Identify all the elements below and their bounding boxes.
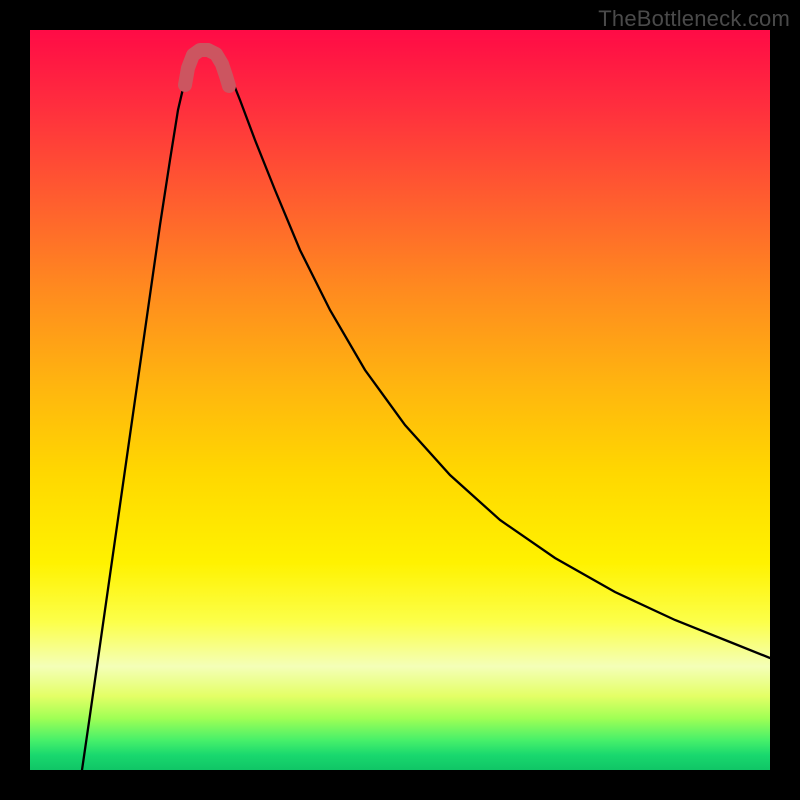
optimal-marker — [185, 50, 229, 86]
watermark-text: TheBottleneck.com — [598, 6, 790, 32]
curve-left — [82, 58, 193, 770]
bottleneck-plot — [30, 30, 770, 770]
curve-right — [220, 58, 770, 658]
chart-frame — [30, 30, 770, 770]
